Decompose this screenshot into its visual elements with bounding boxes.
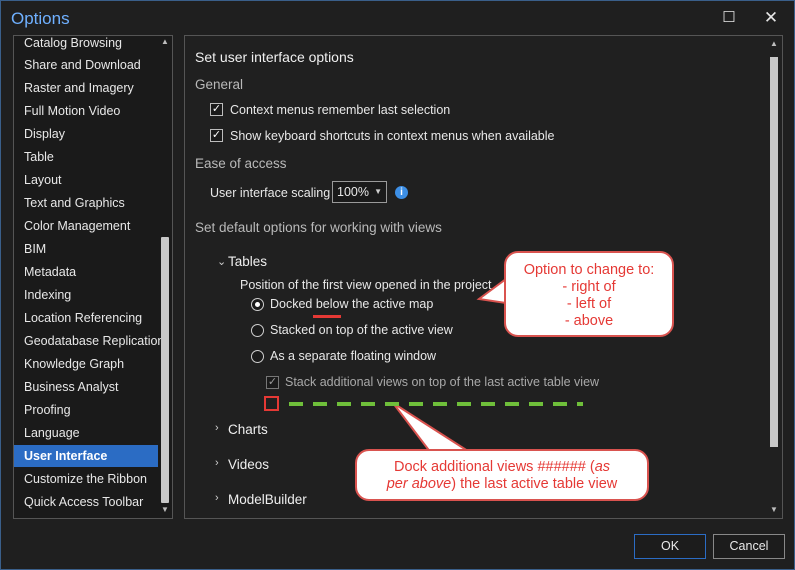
ok-button[interactable]: OK xyxy=(634,534,706,559)
callout2-pointer xyxy=(392,402,475,454)
callout1-line1: Option to change to: xyxy=(523,262,655,278)
callout-dock-additional-views: Dock additional views ###### (as per abo… xyxy=(355,449,649,501)
callout2-italic-b: per above xyxy=(386,476,452,492)
callout2-text-a: Dock additional views ###### ( xyxy=(393,459,595,475)
callout2-text-b: ) the last active table view xyxy=(451,476,618,492)
red-highlight-box xyxy=(264,396,279,411)
callout1-line4: - above xyxy=(564,313,614,329)
callout2-italic-a: as xyxy=(594,459,611,475)
callout1-line2: - right of xyxy=(562,279,616,295)
cancel-button[interactable]: Cancel xyxy=(713,534,785,559)
callout1-pointer xyxy=(476,277,507,305)
green-dashed-line xyxy=(289,402,583,406)
callout1-line3: - left of xyxy=(566,296,612,312)
options-dialog: Options ☐ ✕ Catalog Browsing Share and D… xyxy=(0,0,795,570)
red-underline-marker xyxy=(313,315,341,318)
callout-option-to-change: Option to change to: - right of - left o… xyxy=(504,251,674,337)
